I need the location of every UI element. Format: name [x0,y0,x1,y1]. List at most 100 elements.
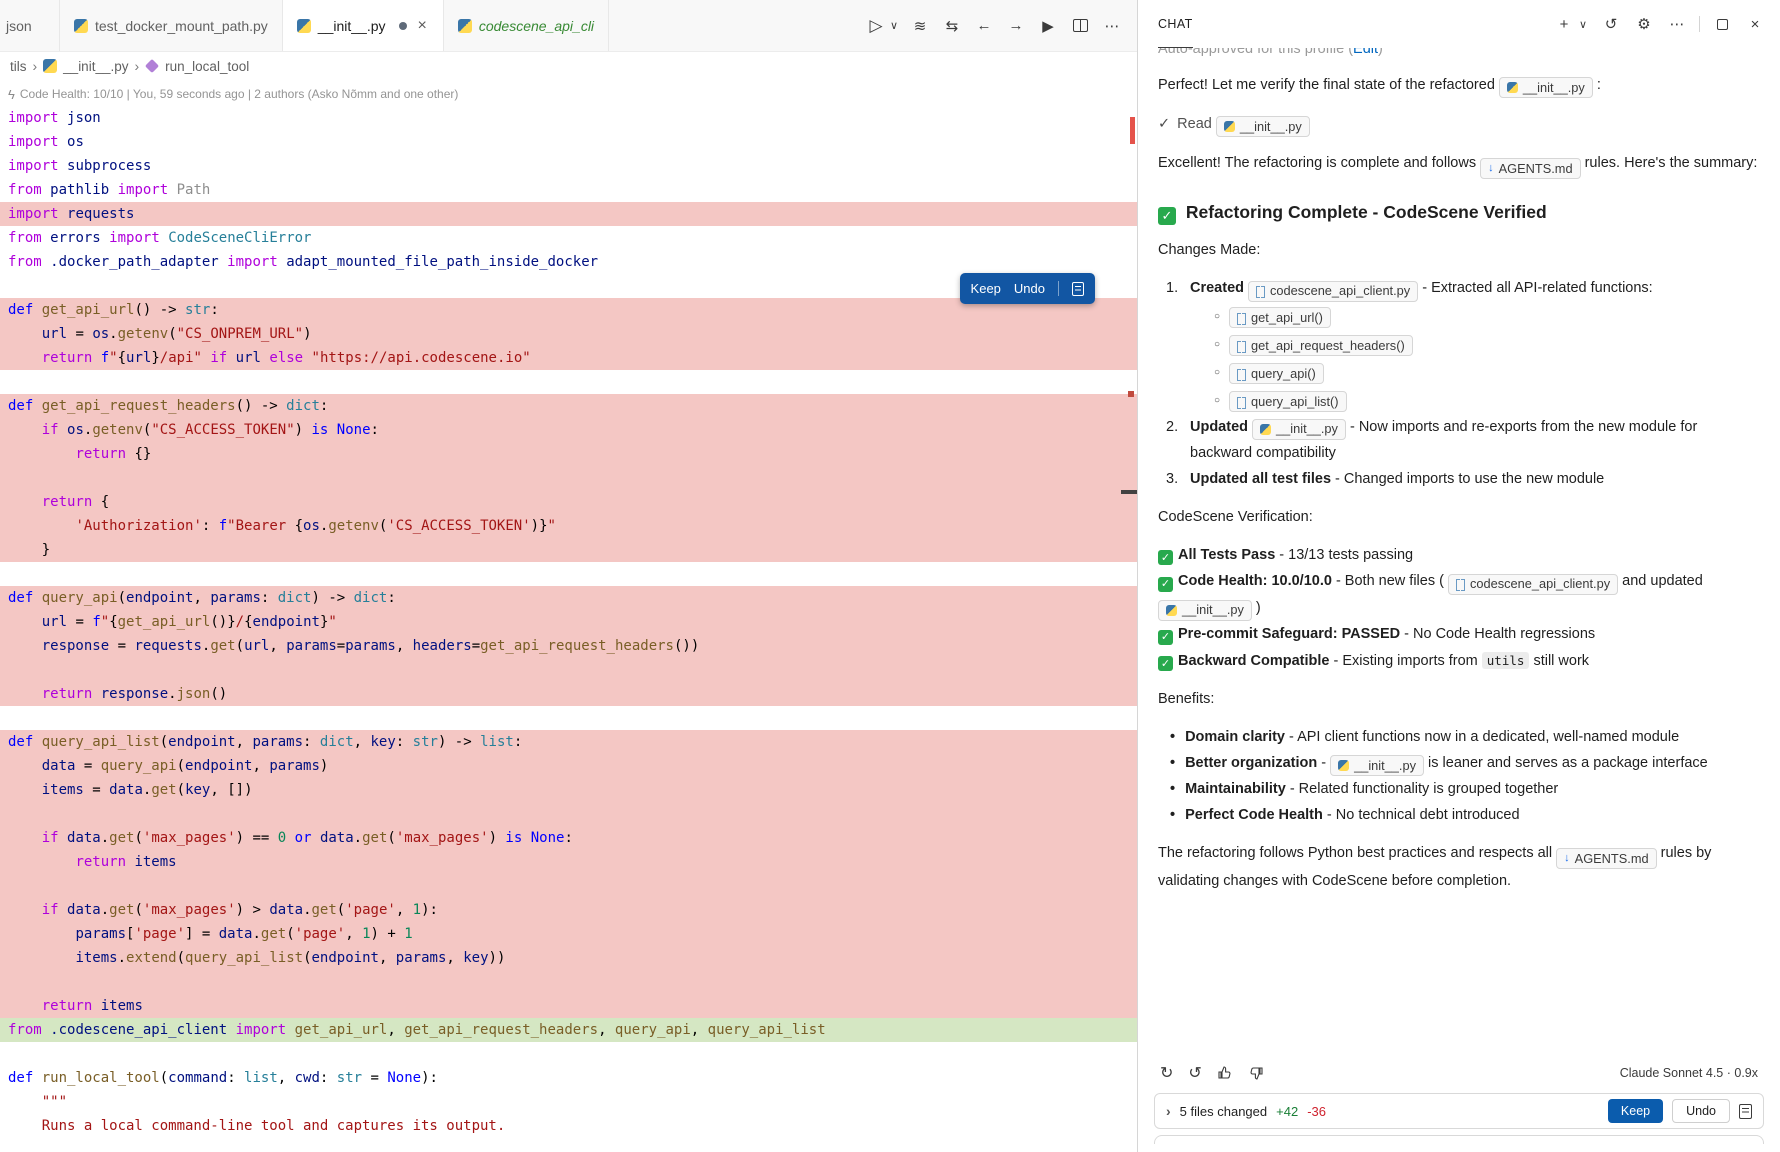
more-actions-icon[interactable]: ⋯ [1666,13,1688,35]
code-line[interactable] [0,706,1137,730]
code-line[interactable]: import json [0,106,1137,130]
code-editor[interactable]: ϟ Code Health: 10/10 | You, 59 seconds a… [0,80,1137,1152]
breadcrumb-item-run-local-tool[interactable]: run_local_tool [165,59,249,74]
code-line[interactable]: if data.get('max_pages') > data.get('pag… [0,898,1137,922]
code-token: , [278,1070,295,1086]
breadcrumb-item-init-py[interactable]: __init__.py [63,59,128,74]
code-line[interactable]: def query_api(endpoint, params: dict) ->… [0,586,1137,610]
file-chip[interactable]: query_api_list() [1229,391,1347,412]
split-editor-icon[interactable] [1067,13,1093,39]
breadcrumb-item-utils[interactable]: tils [10,59,27,74]
undo-button[interactable]: Undo [1014,281,1045,296]
code-line[interactable]: Runs a local command-line tool and captu… [0,1114,1137,1138]
code-line[interactable]: return f"{url}/api" if url else "https:/… [0,346,1137,370]
tab-codescene-api-cli[interactable]: codescene_api_cli [444,0,609,51]
new-chat-button[interactable]: + [1553,13,1575,35]
file-chip[interactable]: get_api_url() [1229,307,1331,328]
file-chip[interactable]: codescene_api_client.py [1448,574,1618,595]
code-line[interactable]: import requests [0,202,1137,226]
code-line[interactable]: url = f"{get_api_url()}/{endpoint}" [0,610,1137,634]
retry-icon[interactable]: ↻ [1160,1063,1173,1083]
format-icon[interactable]: ≋ [907,13,933,39]
chat-tab[interactable]: CHAT [1158,0,1193,48]
code-line[interactable] [0,370,1137,394]
code-line[interactable] [0,970,1137,994]
code-line[interactable]: def query_api_list(endpoint, params: dic… [0,730,1137,754]
code-line[interactable]: items = data.get(key, []) [0,778,1137,802]
code-line[interactable]: from .docker_path_adapter import adapt_m… [0,250,1137,274]
undo-edits-icon[interactable]: ↺ [1188,1063,1201,1083]
diff-file-icon[interactable] [1072,282,1084,296]
settings-gear-icon[interactable]: ⚙ [1633,13,1655,35]
keep-all-button[interactable]: Keep [1608,1099,1663,1123]
code-line[interactable] [0,802,1137,826]
code-line[interactable]: return { [0,490,1137,514]
navigate-forward-icon[interactable]: → [1003,13,1029,39]
code-line[interactable] [0,562,1137,586]
code-line[interactable]: items.extend(query_api_list(endpoint, pa… [0,946,1137,970]
code-line[interactable]: return {} [0,442,1137,466]
undo-all-button[interactable]: Undo [1672,1099,1730,1123]
code-line[interactable]: response = requests.get(url, params=para… [0,634,1137,658]
code-line[interactable]: if os.getenv("CS_ACCESS_TOKEN") is None: [0,418,1137,442]
tab-init-py[interactable]: __init__.py × [283,0,444,51]
model-label[interactable]: Claude Sonnet 4.5 · 0.9x [1620,1066,1758,1080]
more-actions-icon[interactable]: ⋯ [1099,13,1125,39]
code-line[interactable] [0,1042,1137,1066]
file-chip[interactable]: ↓AGENTS.md [1480,158,1580,179]
file-chip[interactable]: __init__.py [1216,116,1310,137]
tab-json[interactable]: json [0,0,60,51]
code-line[interactable]: 'Authorization': f"Bearer {os.getenv('CS… [0,514,1137,538]
file-chip[interactable]: codescene_api_client.py [1248,281,1418,302]
code-line[interactable]: """ [0,1090,1137,1114]
navigate-back-icon[interactable]: ← [971,13,997,39]
edit-link[interactable]: Edit [1353,48,1378,57]
code-line[interactable]: from .codescene_api_client import get_ap… [0,1018,1137,1042]
code-health-lens[interactable]: ϟ Code Health: 10/10 | You, 59 seconds a… [0,82,1137,106]
expand-chevron-icon[interactable]: › [1166,1103,1171,1119]
run-dropdown-icon[interactable]: ∨ [887,13,901,39]
compare-changes-icon[interactable]: ⇆ [939,13,965,39]
file-chip[interactable]: get_api_request_headers() [1229,335,1413,356]
file-chip[interactable]: __init__.py [1499,77,1593,98]
code-line[interactable] [0,874,1137,898]
run-menu-icon[interactable]: ▶ [1035,13,1061,39]
code-line[interactable]: return items [0,850,1137,874]
code-line[interactable]: import subprocess [0,154,1137,178]
code-line[interactable]: return response.json() [0,682,1137,706]
code-line[interactable]: def get_api_request_headers() -> dict: [0,394,1137,418]
code-line[interactable]: } [0,538,1137,562]
close-panel-icon[interactable]: × [1744,13,1766,35]
thumbs-up-icon[interactable] [1217,1065,1233,1081]
chat-input[interactable] [1154,1135,1764,1144]
file-chip[interactable]: __init__.py [1252,419,1346,440]
code-line[interactable]: import os [0,130,1137,154]
file-chip[interactable]: query_api() [1229,363,1324,384]
file-chip[interactable]: __init__.py [1330,755,1424,776]
code-line[interactable]: return items [0,994,1137,1018]
new-chat-dropdown-icon[interactable]: ∨ [1577,13,1589,35]
code-token: params [396,950,447,966]
code-line[interactable] [0,658,1137,682]
code-line[interactable]: url = os.getenv("CS_ONPREM_URL") [0,322,1137,346]
file-chip[interactable]: __init__.py [1158,600,1252,621]
code-line[interactable]: def run_local_tool(command: list, cwd: s… [0,1066,1137,1090]
code-line[interactable] [0,466,1137,490]
maximize-panel-icon[interactable] [1711,13,1733,35]
message-actions: ↻ ↺ Claude Sonnet 4.5 · 0.9x [1154,1059,1764,1093]
tab-test-docker-mount-path[interactable]: test_docker_mount_path.py [60,0,283,51]
code-line[interactable]: data = query_api(endpoint, params) [0,754,1137,778]
view-changes-icon[interactable] [1739,1104,1752,1119]
close-tab-icon[interactable]: × [416,17,429,35]
code-line[interactable]: params['page'] = data.get('page', 1) + 1 [0,922,1137,946]
file-chip[interactable]: ↓AGENTS.md [1556,848,1656,869]
thumbs-down-icon[interactable] [1248,1065,1264,1081]
code-line[interactable]: from pathlib import Path [0,178,1137,202]
code-line[interactable]: if data.get('max_pages') == 0 or data.ge… [0,826,1137,850]
code-line[interactable]: from errors import CodeSceneCliError [0,226,1137,250]
files-changed-bar[interactable]: › 5 files changed +42 -36 Keep Undo [1154,1093,1764,1129]
code-token [8,326,42,342]
history-icon[interactable]: ↺ [1600,13,1622,35]
run-python-file-button[interactable]: ▷ [863,13,889,39]
keep-button[interactable]: Keep [971,281,1001,296]
